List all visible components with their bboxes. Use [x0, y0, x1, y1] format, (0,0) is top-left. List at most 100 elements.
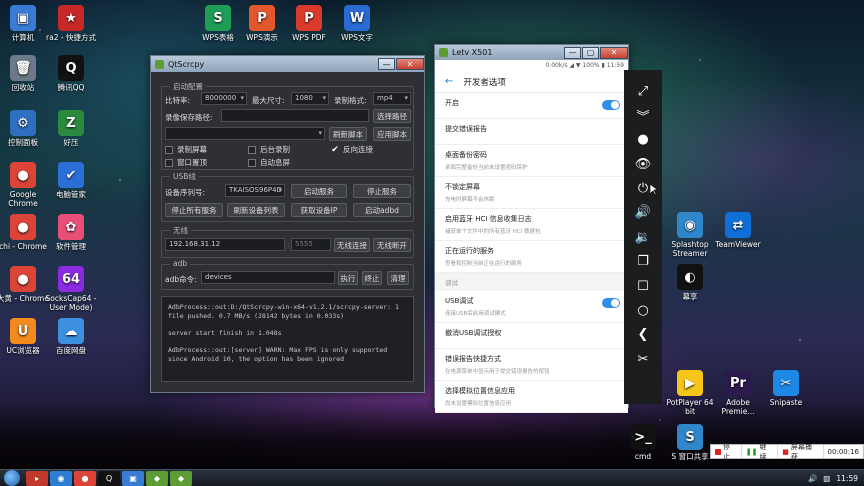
- app-icon: Pr: [725, 370, 751, 396]
- max-size-select[interactable]: 1080: [291, 92, 329, 105]
- execute-button[interactable]: 执行: [338, 271, 358, 285]
- taskbar-app-icon[interactable]: ◆: [146, 470, 168, 486]
- back-arrow-icon[interactable]: ←: [445, 76, 453, 87]
- desktop-icon[interactable]: 64 SocksCap64 - User Mode): [43, 266, 99, 312]
- phone-status-bar: 0.00k/s ◢ ▼ 100% ▮ 11:59: [435, 60, 628, 71]
- desktop-icon[interactable]: ◐ 幕享: [662, 264, 718, 301]
- home-icon[interactable]: ○: [631, 300, 655, 322]
- record-stop-button[interactable]: 停止: [711, 443, 742, 461]
- adb-command-input[interactable]: devices: [201, 271, 335, 284]
- app-icon: ●: [10, 214, 36, 240]
- settings-row[interactable]: 桌面备份密码 桌面完整备份当前未设置密码保护: [435, 145, 628, 177]
- desktop-icon[interactable]: Z 好压: [43, 110, 99, 147]
- taskbar-app-icon[interactable]: ◉: [50, 470, 72, 486]
- qtscrcpy-titlebar[interactable]: QtScrcpy — ✕: [151, 56, 424, 72]
- background-record-checkbox[interactable]: 后台录制: [248, 144, 290, 155]
- screen-off-icon[interactable]: ●: [631, 129, 655, 151]
- auto-screen-off-checkbox[interactable]: 自动息屏: [248, 157, 290, 168]
- touch-visibility-icon[interactable]: 👁: [631, 153, 655, 175]
- settings-row-subtitle: 尚未设置模拟位置信息应用: [445, 401, 512, 407]
- start-adbd-button[interactable]: 启动adbd: [353, 203, 411, 217]
- settings-row[interactable]: 撤消USB调试授权: [435, 323, 628, 349]
- app-icon: 64: [58, 266, 84, 292]
- record-screen-checkbox[interactable]: 录制屏幕: [165, 144, 207, 155]
- taskbar-app-icon[interactable]: ▸: [26, 470, 48, 486]
- settings-row[interactable]: 提交错误报告: [435, 119, 628, 145]
- settings-row[interactable]: USB调试 连接USB后启用调试模式: [435, 291, 628, 323]
- back-icon[interactable]: ❮: [631, 324, 655, 346]
- get-device-ip-button[interactable]: 获取设备IP: [291, 203, 347, 217]
- settings-row-subtitle: 在电源菜单中显示用于提交错误报告的按钮: [445, 369, 550, 375]
- clock[interactable]: 11:59: [836, 474, 858, 483]
- record-format-select[interactable]: mp4: [373, 92, 411, 105]
- always-on-top-checkbox[interactable]: 窗口置顶: [165, 157, 207, 168]
- desktop-icon[interactable]: ★ ra2 - 快捷方式: [43, 5, 99, 42]
- port-input[interactable]: 5555: [291, 238, 331, 251]
- network-icon[interactable]: ▥: [823, 474, 830, 483]
- app-icon: ⇄: [725, 212, 751, 238]
- menu-icon[interactable]: ☐: [631, 275, 655, 297]
- reverse-connect-checkbox[interactable]: ✔ 反向连接: [331, 144, 373, 155]
- maximize-button[interactable]: ▢: [582, 46, 599, 59]
- expand-down-icon[interactable]: ︾: [631, 104, 655, 126]
- desktop-icon[interactable]: ⇄ TeamViewer: [710, 212, 766, 249]
- group-label: adb: [170, 259, 191, 268]
- desktop-icon-label: ra2 - 快捷方式: [46, 33, 96, 42]
- desktop-icon[interactable]: ✂ Snipaste: [758, 370, 814, 407]
- desktop-icon[interactable]: Q 腾讯QQ: [43, 55, 99, 92]
- screenshot-icon[interactable]: ✂: [631, 348, 655, 370]
- settings-row[interactable]: 错误报告快捷方式 在电源菜单中显示用于提交错误报告的按钮: [435, 349, 628, 381]
- settings-row[interactable]: 不锁定屏幕 充电时屏幕不会休眠: [435, 177, 628, 209]
- stop-service-button[interactable]: 停止服务: [353, 184, 411, 198]
- ip-input[interactable]: 192.168.31.12: [165, 238, 285, 251]
- script-select[interactable]: [165, 127, 325, 140]
- fullscreen-icon[interactable]: ⤢: [631, 80, 655, 102]
- minimize-button[interactable]: —: [564, 46, 581, 59]
- phone-titlebar[interactable]: Letv X501 — ▢ ✕: [435, 45, 628, 60]
- app-icon: ✂: [773, 370, 799, 396]
- taskbar-app-icon[interactable]: Q: [98, 470, 120, 486]
- record-capture-button[interactable]: ■ 屏幕捕获: [778, 443, 824, 461]
- serial-select[interactable]: TKAISOS96P4D: [225, 184, 285, 197]
- log-output[interactable]: AdbProcess::out:D:/QtScrcpy-win-x64-v1.2…: [161, 296, 414, 382]
- desktop-icon[interactable]: W WPS文字: [329, 5, 385, 42]
- close-button[interactable]: ✕: [396, 58, 424, 70]
- clear-button[interactable]: 清理: [387, 271, 409, 285]
- taskbar-app-icon[interactable]: ▣: [122, 470, 144, 486]
- toggle-switch[interactable]: [602, 298, 620, 308]
- settings-row[interactable]: 开启: [435, 93, 628, 119]
- app-switch-icon[interactable]: ❐: [631, 251, 655, 273]
- settings-row[interactable]: 正在运行的服务 查看和控制当前正在运行的服务: [435, 241, 628, 273]
- wireless-connect-button[interactable]: 无线连接: [334, 238, 370, 252]
- start-button[interactable]: [4, 470, 20, 486]
- volume-up-icon[interactable]: 🔊: [631, 202, 655, 224]
- refresh-script-button[interactable]: 刷新脚本: [329, 127, 367, 141]
- desktop-icon[interactable]: ✿ 软件管理: [43, 214, 99, 251]
- record-path-input[interactable]: [221, 109, 369, 122]
- desktop-icon[interactable]: ☁ 百度网盘: [43, 318, 99, 355]
- taskbar-app-icon[interactable]: ◆: [170, 470, 192, 486]
- window-title: QtScrcpy: [168, 59, 205, 69]
- wireless-disconnect-button[interactable]: 无线断开: [373, 238, 411, 252]
- stop-all-services-button[interactable]: 停止所有服务: [165, 203, 223, 217]
- taskbar-app-icon[interactable]: ●: [74, 470, 96, 486]
- close-button[interactable]: ✕: [600, 46, 628, 59]
- terminate-button[interactable]: 终止: [362, 271, 382, 285]
- desktop-icon[interactable]: ✔ 电脑管家: [43, 162, 99, 199]
- toggle-switch[interactable]: [602, 100, 620, 110]
- settings-row-title: 启用蓝牙 HCI 信息收集日志: [445, 215, 532, 223]
- bitrate-select[interactable]: 8000000: [201, 92, 247, 105]
- settings-row[interactable]: 选择模拟位置信息应用 尚未设置模拟位置信息应用: [435, 381, 628, 413]
- start-service-button[interactable]: 启动服务: [291, 184, 347, 198]
- apply-script-button[interactable]: 应用脚本: [373, 127, 411, 141]
- select-path-button[interactable]: 选择路径: [373, 109, 411, 123]
- record-continue-button[interactable]: ❚❚ 继续: [742, 443, 779, 461]
- minimize-button[interactable]: —: [378, 58, 395, 70]
- volume-down-icon[interactable]: 🔉: [631, 226, 655, 248]
- speaker-icon[interactable]: 🔊: [808, 474, 817, 483]
- settings-row[interactable]: 启用蓝牙 HCI 信息收集日志 捕获单个文件中的所有蓝牙 HCI 数据包: [435, 209, 628, 241]
- mouse-cursor-icon: [650, 184, 658, 196]
- settings-section-header: 调试: [435, 273, 628, 291]
- settings-row-title: 正在运行的服务: [445, 247, 494, 255]
- refresh-devices-button[interactable]: 刷新设备列表: [227, 203, 285, 217]
